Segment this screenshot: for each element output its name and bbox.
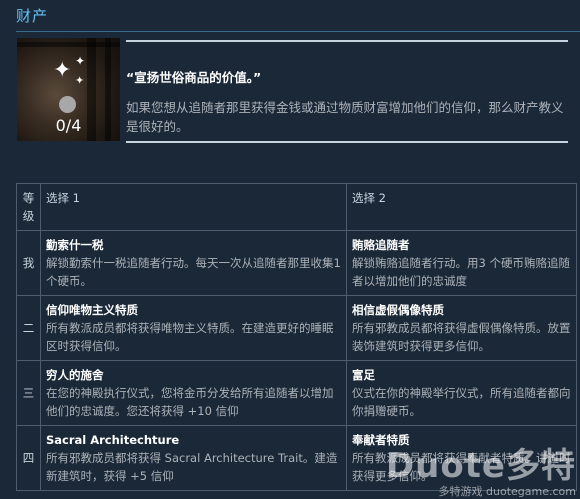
choice-2-cell: 富足 仪式在你的神殿举行仪式，所有追随者都向你捐赠硬币。 xyxy=(346,360,577,426)
choice-2-cell: 奉献者特质 所有教派成员都将获得奉献者特质。讲道时获得更多信仰。 xyxy=(346,425,577,491)
doctrine-image: ✦ ✦ ✦ 0/4 xyxy=(17,38,120,141)
choice-description: 在您的神殿执行仪式，您将金币分发给所有追随者以增加他们的忠诚度。您还将获得 +1… xyxy=(46,386,334,418)
progress-count: 0/4 xyxy=(55,116,82,135)
choice-name: Sacral Architechture xyxy=(46,433,180,447)
header-level: 等级 xyxy=(16,183,41,231)
choice-name: 贿赂追随者 xyxy=(352,238,410,252)
coin-dot-icon xyxy=(59,96,76,113)
row-level: 四 xyxy=(16,425,41,491)
choice-1-cell: Sacral Architechture 所有邪教成员都将获得 Sacral A… xyxy=(40,425,347,491)
title-divider xyxy=(16,31,580,32)
choice-description: 解锁勤索什一税追随者行动。每天一次从追随者那里收集1 个硬币。 xyxy=(46,256,341,288)
doctrine-description: 如果您想从追随者那里获得金钱或通过物质财富增加他们的信仰，那么财产教义是很好的。 xyxy=(126,100,564,134)
header-choice-2: 选择 2 xyxy=(346,183,577,231)
row-level: 三 xyxy=(16,360,41,426)
quote-divider-top xyxy=(126,40,568,42)
section-title: 财产 xyxy=(16,7,49,25)
choice-description: 仪式在你的神殿举行仪式，所有追随者都向你捐赠硬币。 xyxy=(352,386,571,418)
sparkle-icon: ✦ xyxy=(75,54,86,68)
doctrine-quote: “宣扬世俗商品的价值。” xyxy=(126,70,262,85)
header-choice-1: 选择 1 xyxy=(40,183,347,231)
choice-1-cell: 勤索什一税 解锁勤索什一税追随者行动。每天一次从追随者那里收集1 个硬币。 xyxy=(40,230,347,296)
choice-description: 所有邪教成员都将获得 Sacral Architecture Trait。建造新… xyxy=(46,451,338,483)
choice-name: 穷人的施舍 xyxy=(46,368,104,382)
table-row: 我 勤索什一税 解锁勤索什一税追随者行动。每天一次从追随者那里收集1 个硬币。 … xyxy=(16,230,577,296)
table-header-row: 等级 选择 1 选择 2 xyxy=(16,183,577,231)
choice-description: 所有教派成员都将获得唯物主义特质。在建造更好的睡眠区时获得信仰。 xyxy=(46,321,334,353)
choice-name: 信仰唯物主义特质 xyxy=(46,303,138,317)
sparkle-icon: ✦ xyxy=(53,58,72,83)
quote-divider-bottom xyxy=(126,141,568,143)
choice-name: 勤索什一税 xyxy=(46,238,104,252)
doctrine-table: 等级 选择 1 选择 2 我 勤索什一税 解锁勤索什一税追随者行动。每天一次从追… xyxy=(16,183,577,491)
row-level: 二 xyxy=(16,295,41,361)
choice-description: 所有邪教成员都将获得虚假偶像特质。放置装饰建筑时获得更多信仰。 xyxy=(352,321,571,353)
choice-description: 所有教派成员都将获得奉献者特质。讲道时获得更多信仰。 xyxy=(352,451,571,483)
table-row: 三 穷人的施舍 在您的神殿执行仪式，您将金币分发给所有追随者以增加他们的忠诚度。… xyxy=(16,360,577,426)
choice-name: 奉献者特质 xyxy=(352,433,410,447)
choice-description: 解锁贿赂追随者行动。用3 个硬币贿赂追随者以增加他们的忠诚度 xyxy=(352,256,570,288)
choice-2-cell: 贿赂追随者 解锁贿赂追随者行动。用3 个硬币贿赂追随者以增加他们的忠诚度 xyxy=(346,230,577,296)
image-beam xyxy=(17,42,120,47)
choice-name: 相信虚假偶像特质 xyxy=(352,303,444,317)
choice-1-cell: 穷人的施舍 在您的神殿执行仪式，您将金币分发给所有追随者以增加他们的忠诚度。您还… xyxy=(40,360,347,426)
choice-name: 富足 xyxy=(352,368,375,382)
table-row: 四 Sacral Architechture 所有邪教成员都将获得 Sacral… xyxy=(16,425,577,491)
sparkle-icon: ✦ xyxy=(75,74,85,87)
choice-1-cell: 信仰唯物主义特质 所有教派成员都将获得唯物主义特质。在建造更好的睡眠区时获得信仰… xyxy=(40,295,347,361)
choice-2-cell: 相信虚假偶像特质 所有邪教成员都将获得虚假偶像特质。放置装饰建筑时获得更多信仰。 xyxy=(346,295,577,361)
row-level: 我 xyxy=(16,230,41,296)
table-row: 二 信仰唯物主义特质 所有教派成员都将获得唯物主义特质。在建造更好的睡眠区时获得… xyxy=(16,295,577,361)
